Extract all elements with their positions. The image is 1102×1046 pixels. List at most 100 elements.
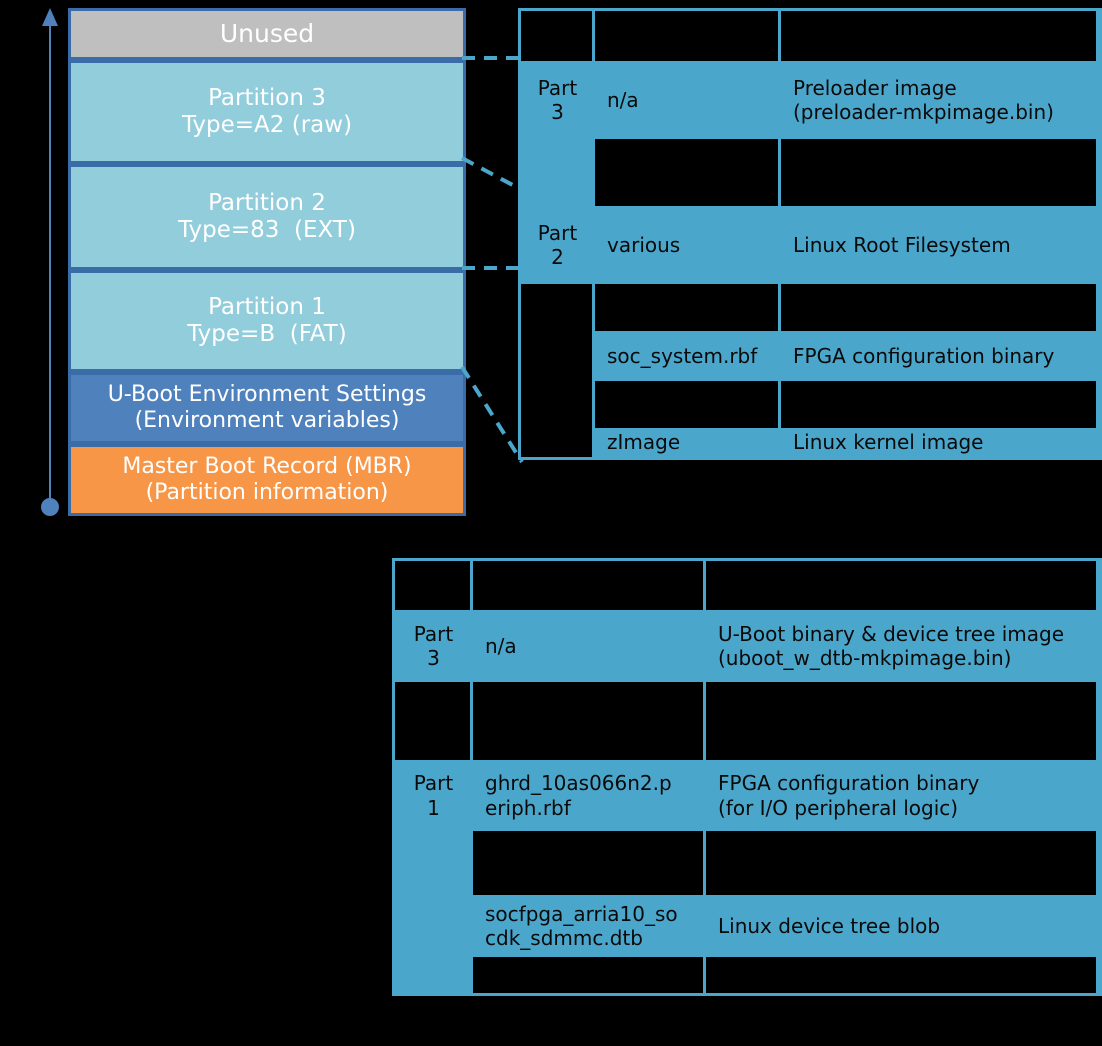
row-edge: [1096, 895, 1099, 957]
cell-file: [595, 381, 778, 428]
cell-desc: [706, 561, 1096, 610]
cell-desc-line-0: FPGA configuration binary: [718, 771, 980, 796]
cell-desc: Linux Root Filesystem: [781, 206, 1096, 284]
cell-file-text: n/a: [485, 633, 517, 658]
table-row: soc_system.rbf FPGA configuration binary: [521, 331, 1099, 381]
connector-partition3-bottom: [461, 156, 523, 192]
cell-part: [395, 831, 470, 895]
table-row: [521, 139, 1099, 206]
memory-block-mbr: Master Boot Record (MBR) (Partition info…: [68, 444, 466, 516]
cell-desc: FPGA configuration binary (for I/O perip…: [706, 760, 1096, 831]
row-edge: [1096, 831, 1099, 895]
arrow-origin-dot-icon: [41, 498, 59, 516]
sdcard-memory-map: Unused Partition 3 Type=A2 (raw) Partiti…: [68, 8, 466, 516]
cell-part: Part 2: [521, 206, 592, 284]
row-edge: [1096, 682, 1099, 760]
address-axis-arrow: [38, 4, 64, 520]
memory-block-uboot-env: U-Boot Environment Settings (Environment…: [68, 372, 466, 444]
cell-desc: [781, 11, 1096, 61]
cell-part: [521, 11, 592, 61]
cell-file: n/a: [595, 61, 778, 139]
cell-desc-text: Linux kernel image: [793, 430, 984, 455]
cell-desc-text: Linux device tree blob: [718, 913, 941, 938]
cell-file: [595, 139, 778, 206]
memory-block-mbr-line-1: (Partition information): [145, 480, 389, 505]
cell-part-line-1: 3: [427, 646, 440, 670]
table-row: [521, 284, 1099, 331]
row-edge: [1096, 284, 1099, 331]
cell-file: [473, 831, 703, 895]
memory-block-partition1: Partition 1 Type=B (FAT): [68, 270, 466, 372]
cell-file-text: n/a: [607, 87, 639, 112]
cell-part-line-0: Part: [413, 621, 454, 646]
cell-part: Part 1: [395, 760, 470, 831]
cell-desc-line-1: (uboot_w_dtb-mkpimage.bin): [718, 646, 1012, 670]
cell-part: [521, 139, 592, 206]
cell-desc: [781, 381, 1096, 428]
memory-block-mbr-line-0: Master Boot Record (MBR): [122, 454, 412, 480]
memory-block-unused: Unused: [68, 8, 466, 60]
table-row: Part 1 ghrd_10as066n2.p eriph.rbf FPGA c…: [395, 760, 1099, 831]
cell-part-line-1: 3: [551, 100, 564, 124]
memory-block-partition3-line-1: Type=A2 (raw): [181, 112, 353, 138]
row-edge: [1096, 11, 1099, 61]
cell-part: [395, 895, 470, 957]
bottom-partition-contents-table: Part 3 n/a U-Boot binary & device tree i…: [392, 558, 1102, 996]
cell-desc: [781, 139, 1096, 206]
table-row: Part 3 n/a Preloader image (preloader-mk…: [521, 61, 1099, 139]
cell-part: Part 3: [521, 61, 592, 139]
memory-block-uboot-env-line-0: U-Boot Environment Settings: [107, 382, 427, 408]
cell-file: [595, 11, 778, 61]
cell-file: [595, 284, 778, 331]
cell-file: soc_system.rbf: [595, 331, 778, 381]
cell-desc-line-0: Preloader image: [793, 75, 957, 100]
cell-file: socfpga_arria10_so cdk_sdmmc.dtb: [473, 895, 703, 957]
row-edge: [1096, 381, 1099, 428]
row-edge: [1096, 331, 1099, 381]
row-edge: [1096, 561, 1099, 610]
cell-file-line-1: cdk_sdmmc.dtb: [485, 926, 643, 950]
memory-block-partition2-line-1: Type=83 (EXT): [178, 217, 356, 243]
table-row: socfpga_arria10_so cdk_sdmmc.dtb Linux d…: [395, 895, 1099, 957]
cell-part-line-0: Part: [537, 220, 578, 245]
diagram-canvas: Unused Partition 3 Type=A2 (raw) Partiti…: [0, 0, 1102, 1046]
cell-file: zImage: [595, 428, 778, 457]
cell-part: [521, 331, 592, 381]
memory-block-partition1-line-0: Partition 1: [208, 293, 326, 320]
cell-file-text: zImage: [607, 430, 681, 455]
cell-part: [395, 561, 470, 610]
table-row: [395, 561, 1099, 610]
cell-file: [473, 957, 703, 993]
cell-desc-line-0: U-Boot binary & device tree image: [718, 621, 1065, 646]
cell-file: [473, 561, 703, 610]
cell-desc: FPGA configuration binary: [781, 331, 1096, 381]
cell-desc: [706, 831, 1096, 895]
row-edge: [1096, 139, 1099, 206]
cell-desc-text: FPGA configuration binary: [793, 343, 1055, 368]
cell-file-line-0: socfpga_arria10_so: [485, 901, 678, 926]
table-row: zImage Linux kernel image: [521, 428, 1099, 457]
row-edge: [1096, 428, 1099, 457]
memory-block-partition3: Partition 3 Type=A2 (raw): [68, 60, 466, 164]
cell-desc-line-1: (for I/O peripheral logic): [718, 795, 959, 820]
table-row: Part 3 n/a U-Boot binary & device tree i…: [395, 610, 1099, 682]
row-edge: [1096, 610, 1099, 682]
memory-block-uboot-env-line-1: (Environment variables): [134, 408, 400, 433]
memory-block-partition2-line-0: Partition 2: [208, 189, 326, 216]
cell-desc-line-1: (preloader-mkpimage.bin): [793, 100, 1054, 124]
cell-file: ghrd_10as066n2.p eriph.rbf: [473, 760, 703, 831]
row-edge: [1096, 957, 1099, 993]
arrow-line: [49, 22, 51, 502]
cell-part: [521, 284, 592, 331]
table-row: [395, 831, 1099, 895]
memory-block-partition2: Partition 2 Type=83 (EXT): [68, 164, 466, 270]
cell-part: [521, 381, 592, 428]
memory-block-partition1-line-1: Type=B (FAT): [187, 321, 347, 347]
row-edge: [1096, 760, 1099, 831]
row-edge: [1096, 61, 1099, 139]
cell-part: Part 3: [395, 610, 470, 682]
cell-desc: [706, 957, 1096, 993]
cell-part-line-0: Part: [537, 75, 578, 100]
cell-file: [473, 682, 703, 760]
connector-partition1-bottom: [460, 365, 524, 464]
